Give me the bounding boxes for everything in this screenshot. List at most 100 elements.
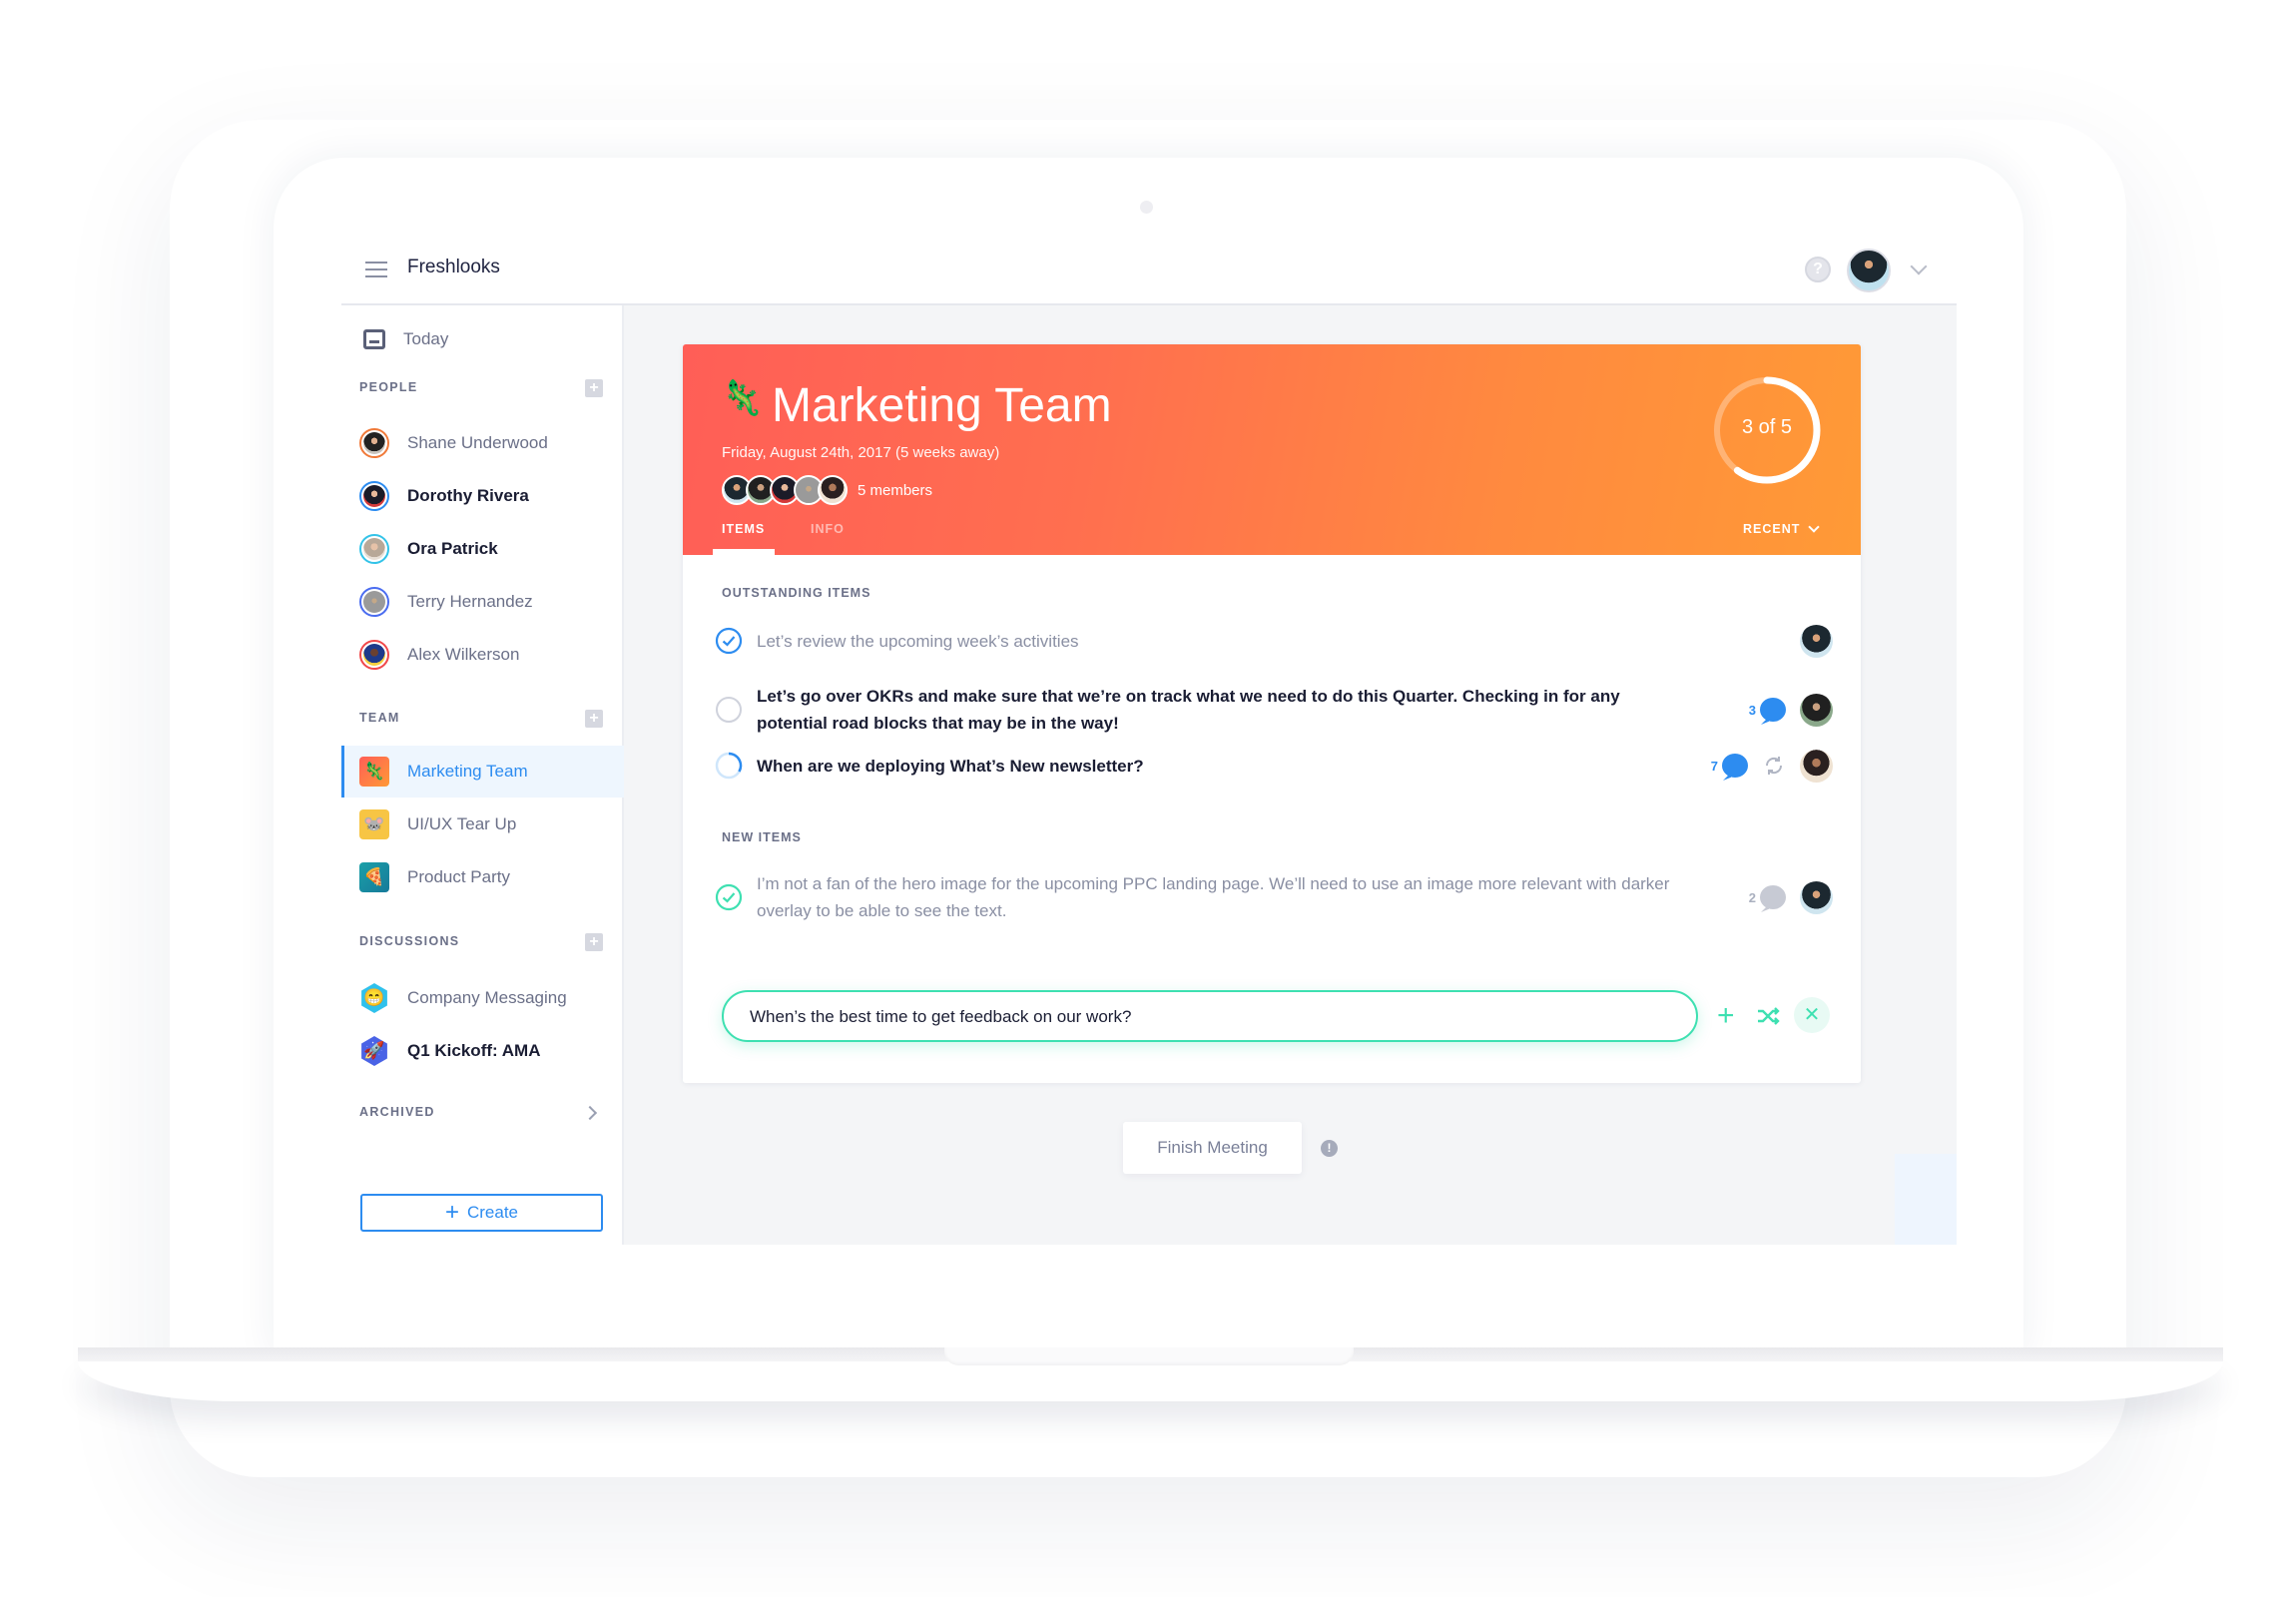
plus-icon[interactable]: + [1717, 998, 1735, 1034]
assignee-avatar[interactable] [1800, 749, 1833, 783]
scroll-edge [1895, 1154, 1957, 1245]
exclamation-circle-icon[interactable]: ! [1321, 1140, 1338, 1157]
question-circle-icon[interactable]: ? [1805, 257, 1831, 282]
sidebar-item-person[interactable]: Alex Wilkerson [341, 629, 622, 681]
meeting-date: Friday, August 24th, 2017 (5 weeks away) [722, 444, 1000, 461]
laptop-base [78, 1361, 2223, 1401]
archived-section[interactable]: ARCHIVED [359, 1105, 435, 1119]
sort-dropdown[interactable]: RECENT [1743, 521, 1821, 536]
agenda-item: Let’s go over OKRs and make sure that we… [715, 683, 1833, 737]
gecko-icon: 🦎 [359, 757, 389, 787]
gecko-icon: 🦎 [721, 379, 764, 417]
section-label-discussions: DISCUSSIONS [359, 934, 460, 948]
rocket-icon: 🚀 [361, 1036, 387, 1066]
close-icon[interactable]: ✕ [1794, 997, 1830, 1033]
sidebar-item-person[interactable]: Terry Hernandez [341, 576, 622, 628]
sidebar-item-label: Shane Underwood [407, 433, 548, 452]
agenda-item: Let’s review the upcoming week’s activit… [715, 624, 1833, 658]
new-items-label: NEW ITEMS [722, 830, 802, 844]
add-team-button[interactable]: + [585, 710, 603, 728]
chevron-down-icon [1808, 521, 1821, 533]
progress-label: 3 of 5 [1741, 416, 1793, 438]
active-tab-indicator [713, 549, 775, 555]
grinning-face-icon: 😁 [361, 983, 387, 1013]
member-avatar [818, 475, 848, 505]
sidebar-item-person[interactable]: Dorothy Rivera [341, 470, 622, 522]
comment-bubble-icon[interactable] [1760, 885, 1786, 909]
sidebar-item-label: Q1 Kickoff: AMA [407, 1041, 541, 1060]
empty-circle-icon[interactable] [715, 696, 743, 724]
chevron-down-icon[interactable] [1910, 258, 1928, 275]
sidebar-item-team[interactable]: 🦎 Marketing Team [341, 746, 625, 798]
avatar [359, 481, 389, 511]
sync-icon[interactable] [1762, 754, 1786, 778]
check-circle-icon[interactable] [715, 627, 743, 655]
assignee-avatar[interactable] [1800, 624, 1833, 658]
user-avatar[interactable] [1847, 249, 1891, 292]
members-count: 5 members [858, 481, 933, 499]
sidebar-item-team[interactable]: 🍕 Product Party [341, 851, 622, 903]
assignee-avatar[interactable] [1800, 880, 1833, 914]
shuffle-icon[interactable] [1755, 1003, 1781, 1029]
sidebar-item-label: Today [403, 329, 449, 348]
sidebar-item-person[interactable]: Ora Patrick [341, 523, 622, 575]
sidebar-item-discussion[interactable]: 🚀 Q1 Kickoff: AMA [341, 1025, 622, 1077]
sidebar: Today PEOPLE + Shane Underwood Dorothy R… [341, 305, 625, 1245]
avatar [359, 587, 389, 617]
meeting-header: 🦎 Marketing Team Friday, August 24th, 20… [683, 344, 1861, 555]
create-label: Create [466, 1203, 519, 1222]
laptop-notch [944, 1347, 1354, 1365]
check-circle-icon[interactable] [715, 883, 743, 911]
add-person-button[interactable]: + [585, 379, 603, 397]
avatar [359, 428, 389, 458]
section-label-people: PEOPLE [359, 380, 418, 394]
app-screen: Freshlooks ? Today PEOPLE + Shane Underw… [341, 235, 1957, 1245]
meeting-title: Marketing Team [772, 379, 1112, 432]
sort-label: RECENT [1743, 522, 1801, 536]
item-meta: 3 [1749, 693, 1833, 727]
item-text: Let’s go over OKRs and make sure that we… [757, 687, 1620, 733]
sidebar-item-label: Alex Wilkerson [407, 645, 520, 664]
sidebar-item-today[interactable]: Today [341, 313, 622, 365]
in-progress-circle-icon[interactable] [715, 752, 743, 780]
comment-count: 7 [1710, 758, 1718, 774]
sidebar-item-team[interactable]: 🐭 UI/UX Tear Up [341, 798, 622, 850]
hamburger-menu-icon[interactable] [365, 262, 387, 277]
tab-info[interactable]: INFO [811, 522, 845, 536]
add-discussion-button[interactable]: + [585, 933, 603, 951]
agenda-item: I’m not a fan of the hero image for the … [715, 870, 1833, 924]
sidebar-item-label: Ora Patrick [407, 539, 498, 558]
agenda-item: When are we deploying What’s New newslet… [715, 749, 1833, 783]
sidebar-item-label: Product Party [407, 867, 510, 886]
sidebar-item-person[interactable]: Shane Underwood [341, 417, 622, 469]
app-title: Freshlooks [407, 257, 500, 277]
new-item-input[interactable] [748, 992, 1650, 1042]
plus-icon: + [444, 1199, 459, 1226]
comment-bubble-icon[interactable] [1760, 698, 1786, 722]
assignee-avatar[interactable] [1800, 693, 1833, 727]
new-item-input-wrapper [722, 990, 1698, 1042]
meeting-card: 🦎 Marketing Team Friday, August 24th, 20… [683, 344, 1861, 1083]
members-list[interactable]: 5 members [722, 475, 932, 505]
tab-items[interactable]: ITEMS [722, 522, 765, 536]
create-button[interactable]: + Create [360, 1194, 603, 1232]
outstanding-items-label: OUTSTANDING ITEMS [722, 586, 871, 600]
avatar [359, 640, 389, 670]
chevron-right-icon[interactable] [582, 1105, 598, 1121]
item-text: I’m not a fan of the hero image for the … [757, 874, 1670, 920]
sidebar-item-label: Company Messaging [407, 988, 567, 1007]
item-meta [1786, 624, 1833, 658]
top-bar: Freshlooks ? [341, 235, 1957, 305]
comment-bubble-icon[interactable] [1722, 754, 1748, 778]
inbox-icon [363, 329, 385, 349]
sidebar-item-label: Marketing Team [407, 762, 528, 781]
camera-dot [1140, 201, 1153, 214]
sidebar-item-label: Terry Hernandez [407, 592, 533, 611]
main-content: 🦎 Marketing Team Friday, August 24th, 20… [624, 305, 1957, 1245]
sidebar-item-discussion[interactable]: 😁 Company Messaging [341, 972, 622, 1024]
sidebar-item-label: Dorothy Rivera [407, 486, 529, 505]
finish-meeting-button[interactable]: Finish Meeting [1123, 1122, 1302, 1174]
pizza-icon: 🍕 [359, 862, 389, 892]
item-text: When are we deploying What’s New newslet… [757, 756, 1144, 776]
item-meta: 7 [1710, 749, 1833, 783]
